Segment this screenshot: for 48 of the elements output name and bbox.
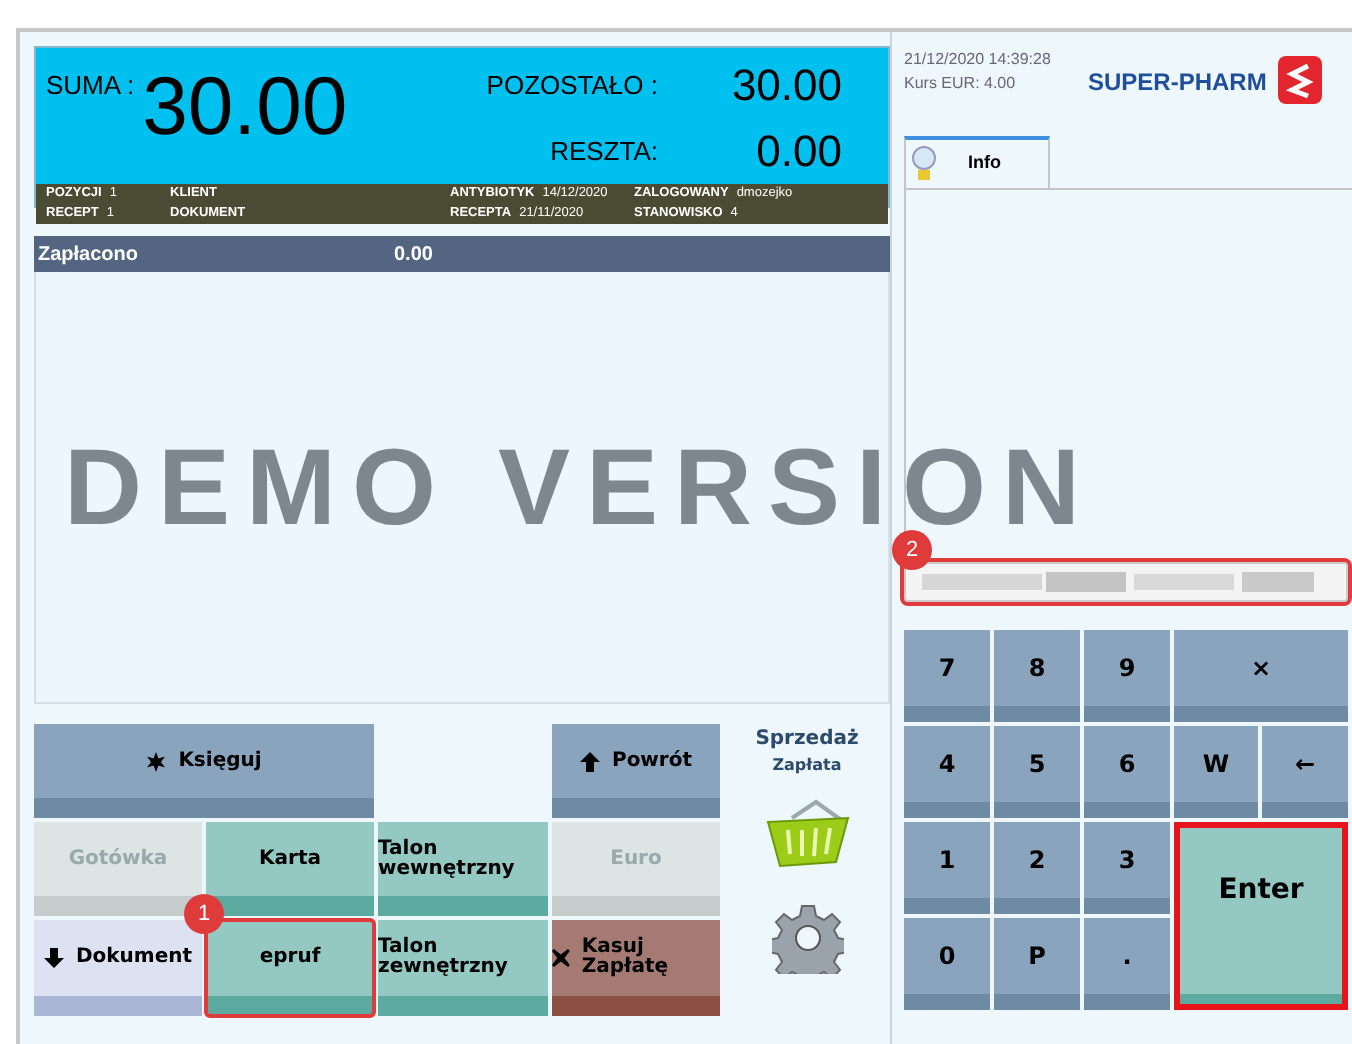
info-tab[interactable]: Info [904, 136, 1050, 188]
payment-button[interactable]: Talon zewnętrzny [378, 920, 548, 1016]
payment-button[interactable]: Powrót [552, 724, 720, 818]
date-time: 21/12/2020 14:39:28 [904, 48, 1053, 72]
payment-button[interactable]: epruf [206, 920, 374, 1016]
watermark: DEMO VERSION [64, 444, 1097, 532]
lightbulb-icon [912, 146, 936, 182]
remaining-label: POZOSTAŁO : [486, 67, 658, 104]
input-field[interactable] [904, 562, 1348, 602]
keypad-key[interactable]: × [1174, 630, 1348, 722]
payment-button[interactable]: Kasuj Zapłatę [552, 920, 720, 1016]
remaining-amount: 30.00 [731, 58, 842, 114]
logo-icon [1278, 56, 1323, 104]
keypad-key[interactable]: 8 [994, 630, 1080, 722]
keypad-key[interactable]: ← [1262, 726, 1348, 818]
keypad-key[interactable]: Enter [1174, 822, 1348, 1010]
total-label: SUMA : [46, 68, 135, 104]
payment-button[interactable]: Dokument [34, 920, 202, 1016]
total-amount: 30.00 [142, 62, 348, 150]
payment-button[interactable]: Księguj [34, 724, 374, 818]
keypad-key[interactable]: 1 [904, 822, 990, 914]
exchange-rate: Kurs EUR: 4.00 [904, 72, 1018, 96]
payment-button[interactable]: Karta [206, 822, 374, 916]
mode-title: Sprzedaż [755, 726, 859, 754]
settings-icon[interactable] [771, 902, 843, 974]
arrow-down-icon [43, 948, 64, 968]
keypad-key[interactable]: 0 [904, 918, 990, 1010]
paid-label: Zapłacono [38, 241, 141, 269]
arrow-up-icon [579, 751, 600, 771]
keypad-key[interactable]: . [1084, 918, 1170, 1010]
star-icon [146, 751, 167, 771]
keypad-key[interactable]: 4 [904, 726, 990, 818]
change-amount: 0.00 [756, 124, 842, 180]
change-label: RESZTA: [550, 133, 658, 170]
keypad-key[interactable]: W [1174, 726, 1258, 818]
mode-subtitle: Zapłata [772, 754, 842, 778]
keypad-key[interactable]: 5 [994, 726, 1080, 818]
keypad-key[interactable]: 7 [904, 630, 990, 722]
cross-icon [552, 948, 570, 968]
payment-button[interactable]: Talon wewnętrzny [378, 822, 548, 916]
keypad-key[interactable]: 9 [1084, 630, 1170, 722]
callout-badge: 2 [892, 530, 932, 570]
paid-amount: 0.00 [394, 241, 433, 269]
keypad-key[interactable]: 2 [994, 822, 1080, 914]
keypad-key[interactable]: P [994, 918, 1080, 1010]
keypad-key[interactable]: 6 [1084, 726, 1170, 818]
keypad-key[interactable]: 3 [1084, 822, 1170, 914]
logo-text: SUPER-PHARM [1088, 66, 1267, 100]
